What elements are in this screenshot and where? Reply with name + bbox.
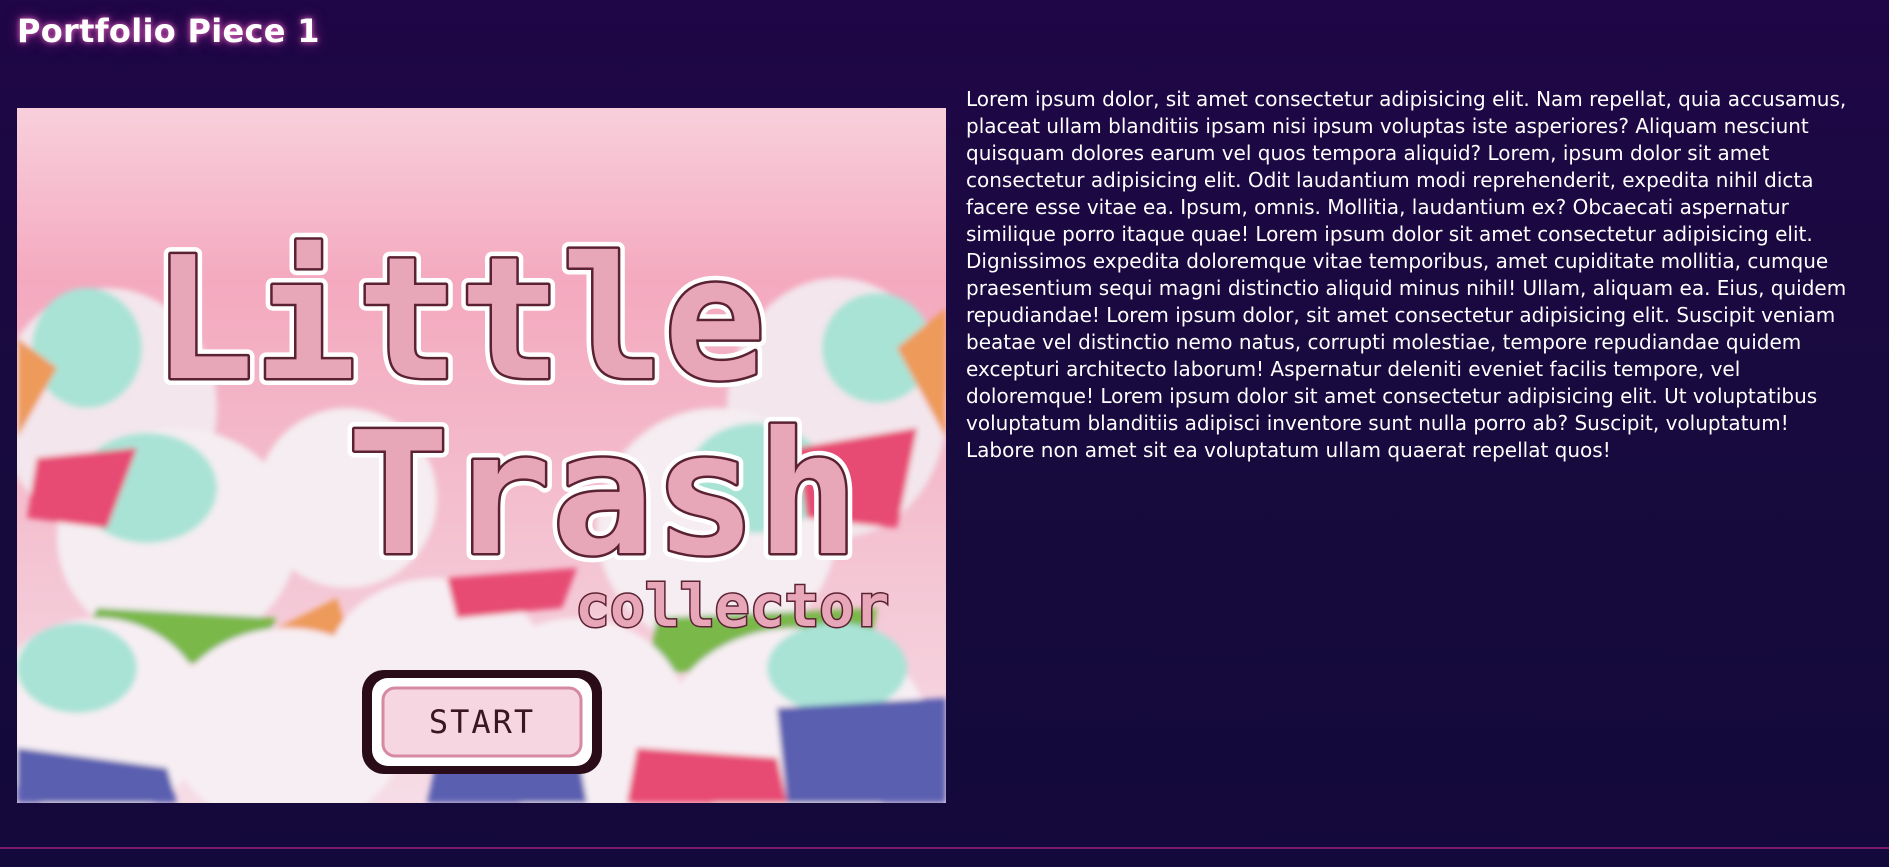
game-title-screen: Little Little Trash Trash collector STAR… [17, 214, 946, 803]
start-button[interactable]: START [362, 670, 602, 774]
logo-line-2-outline: Trash [347, 396, 859, 594]
portfolio-image: Little Little Trash Trash collector STAR… [17, 108, 946, 803]
page-title: Portfolio Piece 1 [17, 12, 320, 50]
logo-line-1-outline: Little [152, 221, 766, 419]
footer-divider [0, 847, 1889, 849]
start-button-label: START [429, 703, 535, 741]
piece-description: Lorem ipsum dolor, sit amet consectetur … [966, 87, 1847, 462]
logo-line-3: collector [575, 572, 889, 640]
